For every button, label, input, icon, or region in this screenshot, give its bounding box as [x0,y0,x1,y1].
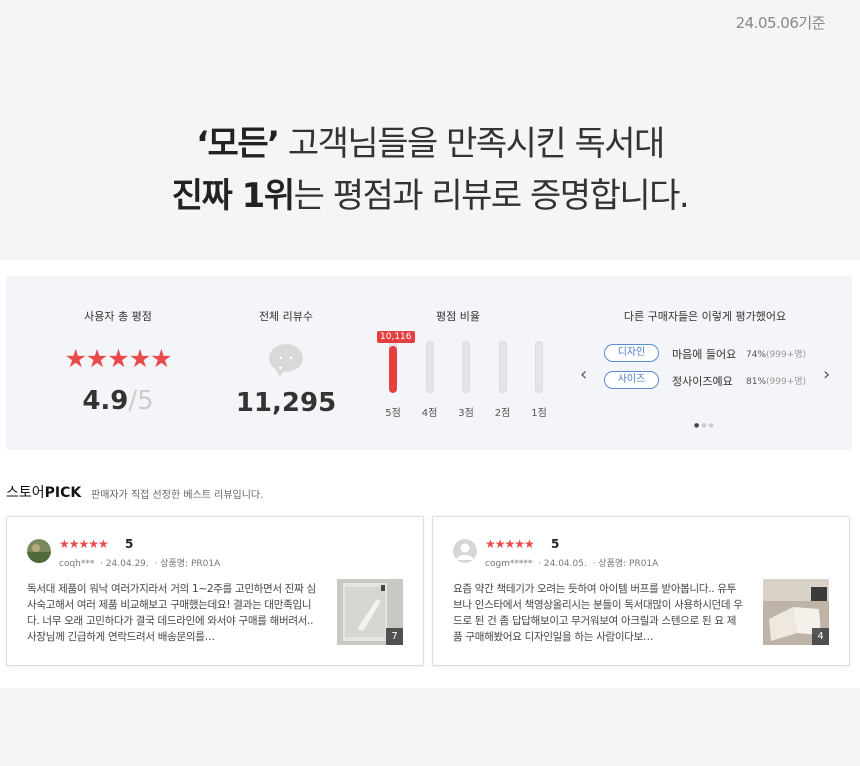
store-pick-header: 스토어PICK 판매자가 직접 선정한 베스트 리뷰입니다. [6,482,263,502]
store-pick-title-pre: 스토어 [6,485,45,501]
store-pick-title-bold: PICK [44,485,82,501]
evaluation-tag: 사이즈 [604,371,659,389]
evaluation-percent: 81%(999+명) [746,374,806,387]
rating-bar-label: 1점 [531,408,547,419]
headline-line-2-bold: 진짜 1위 [171,176,295,216]
total-rating-title: 사용자 총 평점 [84,310,152,323]
rating-max: /5 [128,386,154,416]
evaluation-tag: 디자인 [604,344,659,362]
evaluation-row-size: 사이즈 정사이즈예요 81%(999+명) [604,371,814,389]
rating-value: 4.9 [82,386,129,416]
rating-bar-label: 5점 [385,408,401,419]
rating-bar-fill [389,346,397,393]
evaluation-percent: 74%(999+명) [746,347,806,360]
rating-bar-label: 2점 [494,408,511,419]
evaluation-row-design: 디자인 마음에 들어요 74%(999+명) [604,344,814,362]
review-user: cogm***** [485,559,533,569]
avatar [453,539,477,563]
rating-ratio-title: 평점 비율 [436,310,480,323]
review-photo[interactable]: 4 [763,579,829,645]
rating-bar-label: 3점 [458,408,474,419]
rating-stars-icon: ★★★★★ [64,344,172,373]
review-meta: cogm***** · 24.04.05. · 상품명: PR01A [485,559,659,569]
rating-bar-4 [425,341,434,393]
review-user: coqh*** [59,559,95,569]
store-pick-title: 스토어PICK [6,482,81,502]
rating-bar-label: 4점 [421,408,438,419]
evaluation-count: (999+명) [766,350,807,360]
review-stars-icon: ★★★★★ [59,537,109,551]
review-stars-icon: ★★★★★ [485,537,535,551]
review-body: 독서대 제품이 워낙 여러가지라서 거의 1~2주를 고민하면서 진짜 심사숙고… [27,583,316,643]
review-score: 5 [125,537,134,551]
review-product: 상품명: PR01A [160,559,221,569]
review-body: 요즘 약간 책테기가 오려는 듯하여 아이템 버프를 받아봅니다.. 유투브나 … [453,583,743,643]
evaluation-pct-value: 81% [746,377,767,387]
chat-bubble-icon: • • • [269,344,303,377]
headline-line-2-rest: 는 평점과 리뷰로 증명합니다. [293,176,690,216]
review-photo[interactable]: 7 [337,579,403,645]
review-count: 11,295 [235,388,337,418]
chevron-right-icon[interactable]: › [823,364,830,385]
review-card[interactable]: ★★★★★ 5 coqh*** · 24.04.29. · 상품명: PR01A… [6,516,424,666]
carousel-pager[interactable]: ●●● [694,422,716,429]
rating-bar-3 [462,341,470,393]
review-date: 24.04.29. [105,559,149,569]
store-pick-subtitle: 판매자가 직접 선정한 베스트 리뷰입니다. [91,490,264,501]
headline-line-1: ‘모든’ 고객님들을 만족시킨 독서대 [0,118,860,170]
rating-bar-2 [498,341,507,393]
photo-count-badge: 7 [386,628,403,645]
headline-line-2: 진짜 1위는 평점과 리뷰로 증명합니다. [0,170,860,222]
review-date: 24.04.05. [543,559,587,569]
evaluation-pct-value: 74% [746,350,767,360]
photo-count-badge: 4 [812,628,829,645]
headline-line-1-rest: 고객님들을 만족시킨 독서대 [278,124,666,164]
evaluation-count: (999+명) [766,377,807,387]
avatar [27,539,51,563]
date-label: 24.05.06기준 [735,14,826,32]
rating-5-count-badge: 10,116 [377,331,415,343]
evaluation-text: 마음에 들어요 [672,348,737,361]
rating-bar-5 [389,341,397,393]
buyer-evaluation-title: 다른 구매자들은 이렇게 평가했어요 [623,310,787,323]
review-stats-panel: 사용자 총 평점 ★★★★★ 4.9/5 전체 리뷰수 • • • 11,295… [6,276,852,450]
rating-bar-1 [535,341,543,393]
headline-line-1-bold: ‘모든’ [196,124,280,164]
review-meta: coqh*** · 24.04.29. · 상품명: PR01A [59,559,221,569]
evaluation-text: 정사이즈예요 [672,375,733,388]
chevron-left-icon[interactable]: ‹ [580,364,587,385]
review-score: 5 [551,537,560,551]
page-bottom-background [0,688,860,766]
headline: ‘모든’ 고객님들을 만족시킨 독서대 진짜 1위는 평점과 리뷰로 증명합니다… [0,118,860,222]
review-card[interactable]: ★★★★★ 5 cogm***** · 24.04.05. · 상품명: PR0… [432,516,850,666]
rating-score: 4.9/5 [56,386,180,416]
review-product: 상품명: PR01A [598,559,659,569]
total-reviews-title: 전체 리뷰수 [258,310,314,323]
